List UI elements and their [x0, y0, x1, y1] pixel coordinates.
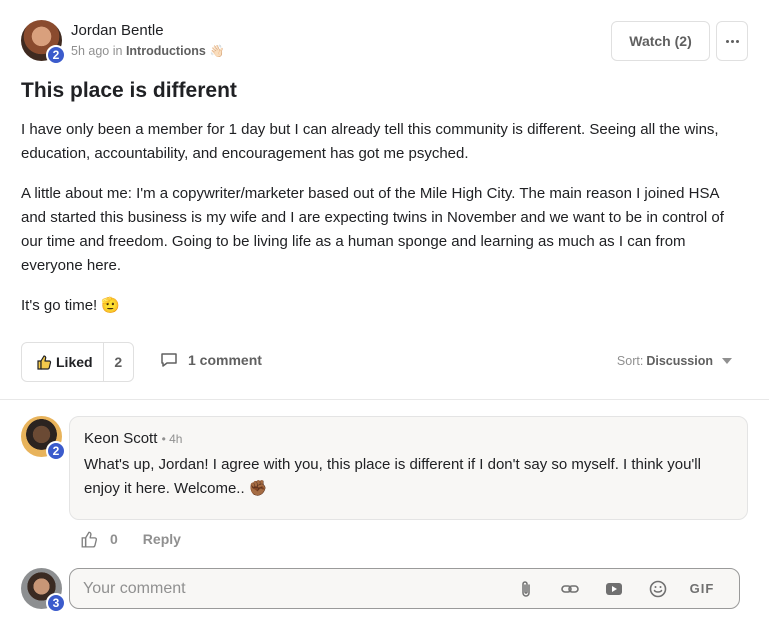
reply-button[interactable]: Reply — [143, 531, 181, 547]
watch-button[interactable]: Watch (2) — [611, 21, 710, 61]
liked-label: Liked — [56, 354, 93, 370]
comment-text: What's up, Jordan! I agree with you, thi… — [84, 456, 701, 497]
link-icon[interactable] — [557, 576, 583, 602]
post-body: I have only been a member for 1 day but … — [21, 118, 741, 334]
thumbs-up-icon — [37, 355, 52, 370]
author-level-badge: 2 — [46, 45, 66, 65]
current-user-avatar[interactable]: 3 — [21, 568, 66, 613]
post-category[interactable]: Introductions — [126, 44, 206, 58]
post-time: 5h ago — [71, 44, 110, 58]
post-subline: 5h ago in Introductions 👋🏻 — [71, 42, 225, 60]
commenter-avatar[interactable]: 2 — [21, 416, 66, 461]
section-divider — [0, 399, 769, 400]
author-meta: Jordan Bentle 5h ago in Introductions 👋🏻 — [71, 20, 225, 60]
sort-prefix: Sort: — [616, 354, 644, 368]
post-header: 2 Jordan Bentle 5h ago in Introductions 👋… — [21, 20, 225, 65]
author-avatar[interactable]: 2 — [21, 20, 66, 65]
post-title: This place is different — [21, 79, 237, 102]
like-box: Liked 2 — [21, 342, 134, 382]
post-paragraph: A little about me: I'm a copywriter/mark… — [21, 185, 724, 274]
author-name[interactable]: Jordan Bentle — [71, 20, 225, 42]
comment-actions: 0 Reply — [80, 530, 181, 548]
category-emoji: 👋🏻 — [209, 44, 225, 58]
emoji-icon[interactable] — [645, 576, 671, 602]
comment-count-label: 1 comment — [188, 352, 262, 368]
more-options-button[interactable] — [716, 21, 748, 61]
comment-header: Keon Scott • 4h — [84, 430, 733, 447]
comment-like-count: 0 — [110, 531, 118, 547]
like-count[interactable]: 2 — [104, 354, 133, 370]
post-in-word: in — [112, 44, 123, 58]
comment-time: • 4h — [161, 432, 183, 446]
paperclip-icon[interactable] — [513, 576, 539, 602]
video-icon[interactable] — [601, 576, 627, 602]
comment-input[interactable] — [70, 569, 513, 608]
composer-tools: GIF — [513, 576, 739, 602]
caret-down-icon — [722, 358, 732, 364]
comment-bubble-icon — [161, 353, 177, 367]
post-paragraph: It's go time! 🫡 — [21, 297, 121, 314]
gif-icon[interactable]: GIF — [689, 576, 715, 602]
commenter-level-badge: 2 — [46, 441, 66, 461]
post-paragraph: I have only been a member for 1 day but … — [21, 121, 719, 162]
ellipsis-icon — [725, 39, 729, 43]
comment-composer: GIF — [69, 568, 740, 609]
gif-label: GIF — [689, 581, 715, 596]
sort-dropdown[interactable]: Sort: Discussion — [617, 354, 732, 368]
current-user-level-badge: 3 — [46, 593, 66, 613]
comment-card: Keon Scott • 4h What's up, Jordan! I agr… — [69, 416, 748, 520]
like-button[interactable]: Liked — [22, 343, 104, 381]
comment-count-button[interactable]: 1 comment — [160, 352, 262, 368]
commenter-name[interactable]: Keon Scott — [84, 430, 157, 447]
sort-value: Discussion — [646, 354, 713, 368]
thumbs-up-icon[interactable] — [80, 530, 98, 548]
